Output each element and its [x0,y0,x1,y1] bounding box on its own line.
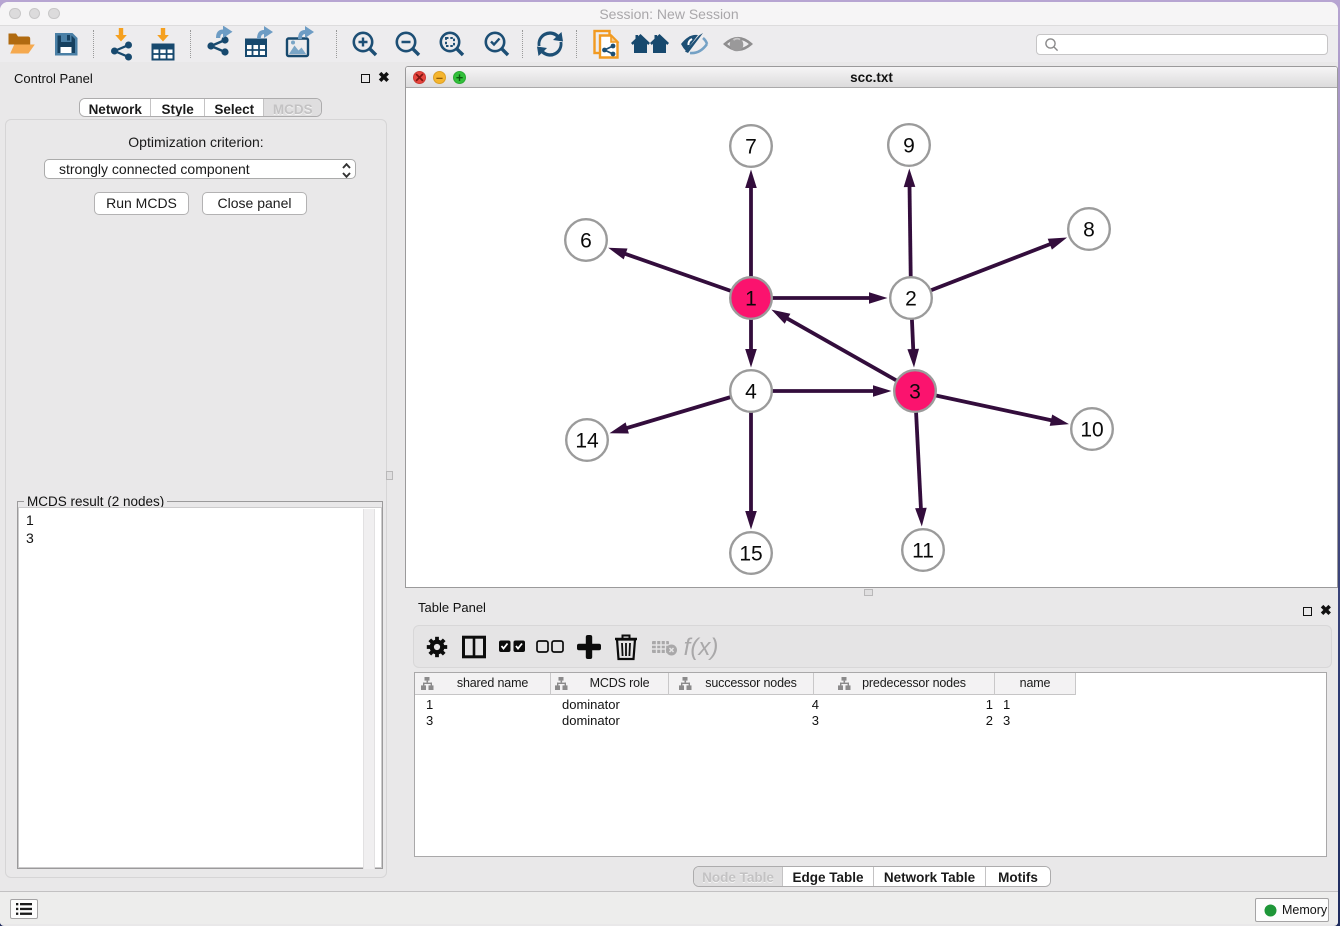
svg-text:15: 15 [739,543,762,566]
svg-text:3: 3 [909,381,921,404]
svg-text:11: 11 [912,540,934,563]
svg-text:7: 7 [745,136,757,159]
svg-text:2: 2 [905,288,917,311]
svg-text:14: 14 [575,430,599,453]
svg-text:9: 9 [903,135,915,158]
svg-text:f(x): f(x) [684,634,719,661]
svg-text:1: 1 [745,288,757,311]
svg-text:8: 8 [1083,219,1095,242]
svg-text:4: 4 [745,381,757,404]
svg-text:6: 6 [580,230,592,253]
svg-text:10: 10 [1080,419,1103,442]
